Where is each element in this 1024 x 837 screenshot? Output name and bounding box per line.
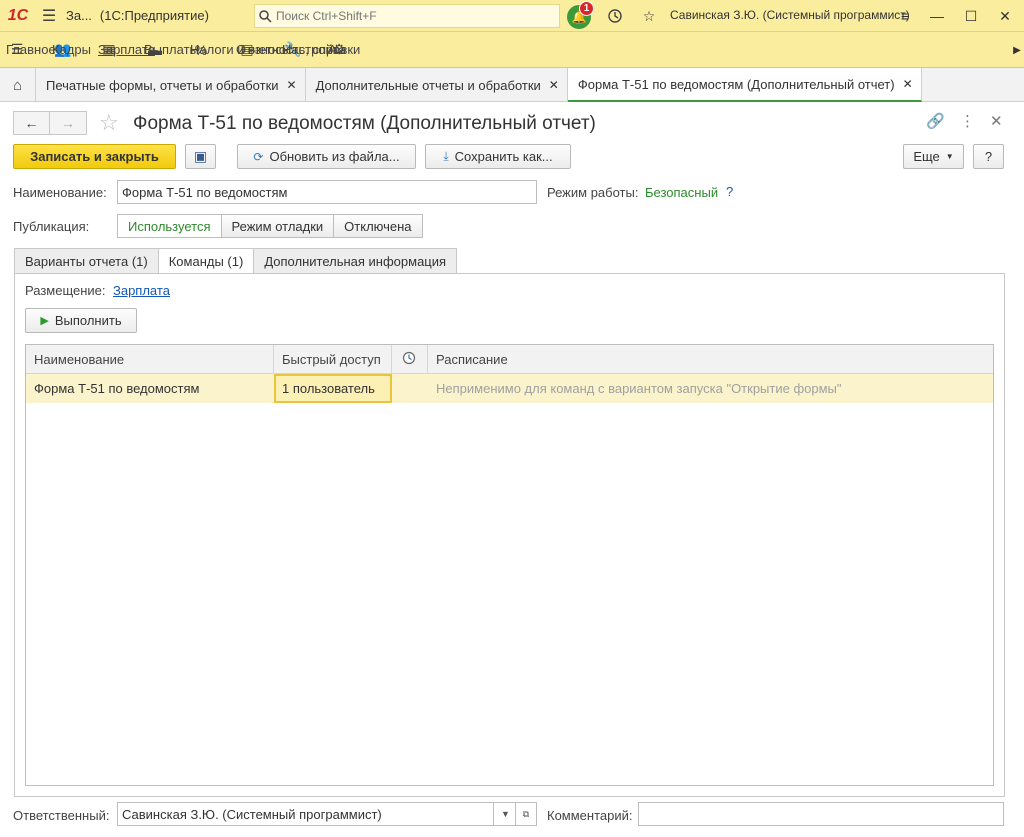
responsible-label: Ответственный:	[13, 808, 110, 823]
dropdown-arrow-icon: ▼	[945, 152, 954, 161]
publication-switch: Используется Режим отладки Отключена	[117, 214, 423, 238]
open-tab-form-t51[interactable]: Форма Т-51 по ведомостям (Дополнительный…	[567, 68, 922, 102]
column-header-quick-access[interactable]: Быстрый доступ	[274, 345, 392, 374]
sections-panel: ☰ Главное 👥 Кадры ▦ Зарплата ▬ Выплаты %…	[0, 32, 1024, 68]
column-header-schedule-icon[interactable]	[392, 345, 428, 374]
update-from-file-button[interactable]: ⟳ Обновить из файла...	[237, 144, 416, 169]
section-taxes[interactable]: % Налоги и взносы	[184, 32, 291, 68]
section-label: Кадры	[52, 42, 91, 57]
write-and-close-button[interactable]: Записать и закрыть	[13, 144, 176, 169]
tab-additional-info[interactable]: Дополнительная информация	[253, 248, 458, 273]
search-input[interactable]	[276, 9, 556, 23]
favorite-star-icon[interactable]: ☆	[99, 110, 119, 136]
update-from-file-label: Обновить из файла...	[269, 149, 400, 164]
section-label: Главное	[6, 42, 56, 57]
cell-quick-access[interactable]: 1 пользователь	[274, 374, 392, 403]
cell-name[interactable]: Форма Т-51 по ведомостям	[26, 374, 274, 403]
floppy-disk-icon: ▣	[193, 148, 208, 164]
notifications-button[interactable]: 🔔 1	[567, 1, 594, 29]
open-tab-print-forms[interactable]: Печатные формы, отчеты и обработки ✕	[36, 68, 306, 102]
title-bar: 1С ☰ За... (1С:Предприятие) 🔔 1 ☆ Савинс…	[0, 0, 1024, 32]
publication-option-debug[interactable]: Режим отладки	[221, 214, 335, 238]
current-user[interactable]: Савинская З.Ю. (Системный программист)	[670, 8, 910, 22]
more-button[interactable]: Еще ▼	[903, 144, 964, 169]
form-area: ← → ☆ Форма Т-51 по ведомостям (Дополнит…	[0, 102, 1024, 837]
section-label: А	[328, 42, 337, 57]
mode-help-icon[interactable]: ?	[726, 184, 733, 199]
settings-menu-icon[interactable]: ≡	[890, 0, 920, 32]
page-tabs: Варианты отчета (1) Команды (1) Дополнит…	[14, 248, 458, 274]
publication-label: Публикация:	[13, 219, 90, 234]
open-windows-bar: ⌂ Печатные формы, отчеты и обработки ✕ Д…	[0, 68, 1024, 102]
close-tab-icon[interactable]: ✕	[549, 78, 559, 92]
section-salary[interactable]: ▦ Зарплата	[92, 32, 155, 68]
section-payments[interactable]: ▬ Выплаты	[138, 32, 199, 68]
open-tab-additional-reports[interactable]: Дополнительные отчеты и обработки ✕	[306, 68, 568, 102]
form-title: Форма Т-51 по ведомостям (Дополнительный…	[133, 113, 596, 134]
more-actions-icon[interactable]: ⋮	[960, 112, 975, 130]
link-icon[interactable]: 🔗	[926, 112, 945, 130]
name-field[interactable]	[117, 180, 537, 204]
clock-icon	[402, 351, 416, 368]
execute-label: Выполнить	[54, 313, 122, 328]
update-file-icon: ⟳	[253, 149, 264, 164]
tab-report-variants[interactable]: Варианты отчета (1)	[14, 248, 159, 273]
search-box[interactable]	[254, 4, 560, 28]
section-staff[interactable]: 👥 Кадры	[46, 32, 92, 68]
save-as-button[interactable]: ⤓ Сохранить как...	[425, 144, 571, 169]
open-tab-label: Печатные формы, отчеты и обработки	[46, 77, 279, 93]
execute-button[interactable]: ▶ Выполнить	[25, 308, 137, 333]
app-name: (1С:Предприятие)	[99, 8, 209, 23]
table-header: Наименование Быстрый доступ Расписание	[26, 345, 993, 374]
favorites-icon[interactable]: ☆	[634, 0, 664, 32]
commands-panel: Размещение: Зарплата ▶ Выполнить Наимено…	[14, 273, 1005, 797]
publication-option-used[interactable]: Используется	[117, 214, 222, 238]
column-header-schedule[interactable]: Расписание	[428, 345, 993, 374]
publication-option-disabled[interactable]: Отключена	[334, 214, 423, 238]
scroll-right-icon[interactable]: ▶	[1010, 32, 1024, 68]
comment-field[interactable]	[638, 802, 1004, 826]
home-icon[interactable]: ⌂	[0, 68, 36, 102]
history-icon[interactable]	[600, 0, 630, 32]
cell-schedule[interactable]: Неприменимо для команд с вариантом запус…	[428, 374, 993, 403]
navigation-buttons: ← →	[13, 111, 87, 135]
close-tab-icon[interactable]: ✕	[287, 78, 297, 92]
app-short-title: За...	[66, 8, 92, 23]
section-main[interactable]: ☰ Главное	[0, 32, 56, 68]
placement-link[interactable]: Зарплата	[113, 283, 170, 298]
section-settings[interactable]: 🔧 Настройка	[276, 32, 346, 68]
save-button[interactable]: ▣	[185, 144, 216, 169]
open-tab-label: Дополнительные отчеты и обработки	[315, 77, 541, 93]
open-responsible-icon[interactable]: ⧉	[515, 802, 537, 826]
notifications-badge: 1	[579, 1, 594, 16]
mode-label: Режим работы:	[547, 185, 639, 200]
maximize-icon[interactable]: ☐	[956, 0, 986, 32]
back-arrow-icon[interactable]: ←	[13, 111, 50, 135]
column-header-name[interactable]: Наименование	[26, 345, 274, 374]
minimize-icon[interactable]: —	[922, 0, 952, 32]
section-reports[interactable]: ▤ Отчетность, справки	[230, 32, 360, 68]
responsible-field[interactable]	[117, 802, 494, 826]
close-tab-icon[interactable]: ✕	[903, 77, 913, 91]
mode-value: Безопасный	[645, 185, 719, 200]
main-menu-icon[interactable]: ☰	[36, 0, 62, 32]
close-window-icon[interactable]: ✕	[990, 0, 1020, 32]
download-icon: ⤓	[443, 149, 449, 163]
table-row[interactable]: Форма Т-51 по ведомостям 1 пользователь …	[26, 374, 993, 403]
play-icon: ▶	[40, 315, 49, 327]
commands-table[interactable]: Наименование Быстрый доступ Расписание Ф…	[25, 344, 994, 786]
name-label: Наименование:	[13, 185, 107, 200]
placement-label: Размещение:	[25, 283, 106, 298]
help-button[interactable]: ?	[973, 144, 1004, 169]
more-label: Еще	[913, 149, 940, 164]
open-tab-label: Форма Т-51 по ведомостям (Дополнительный…	[577, 76, 895, 92]
tab-commands[interactable]: Команды (1)	[157, 248, 255, 274]
search-icon	[259, 9, 272, 23]
close-form-icon[interactable]: ✕	[990, 112, 1003, 130]
save-as-label: Сохранить как...	[454, 149, 553, 164]
forward-arrow-icon[interactable]: →	[50, 111, 87, 135]
comment-label: Комментарий:	[547, 808, 633, 823]
app-logo: 1С	[7, 6, 29, 24]
